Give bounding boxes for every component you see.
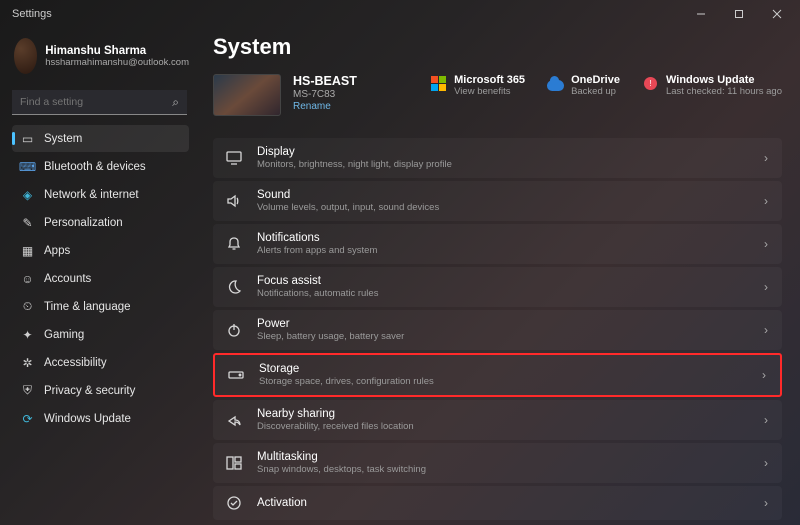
sound-icon [225, 192, 243, 210]
wifi-icon: ◈ [20, 187, 35, 202]
accessibility-icon: ✲ [20, 355, 35, 370]
sidebar-item-personalization[interactable]: ✎Personalization [12, 209, 189, 236]
settings-list: DisplayMonitors, brightness, night light… [213, 138, 782, 520]
maximize-button[interactable] [720, 0, 758, 28]
brush-icon: ✎ [20, 215, 35, 230]
user-name: Himanshu Sharma [45, 45, 189, 57]
row-activation[interactable]: Activation › [213, 486, 782, 520]
chevron-right-icon: › [764, 194, 768, 208]
row-focus[interactable]: Focus assistNotifications, automatic rul… [213, 267, 782, 307]
settings-window: Settings Himanshu Sharma hssharmahimansh… [0, 0, 800, 525]
device-name: HS-BEAST [293, 74, 357, 88]
search-box[interactable]: ⌕ [12, 90, 187, 115]
sidebar-item-update[interactable]: ⟳Windows Update [12, 405, 189, 432]
storage-icon [227, 366, 245, 384]
chevron-right-icon: › [762, 368, 766, 382]
bluetooth-icon: ⌨ [20, 159, 35, 174]
avatar [14, 38, 37, 74]
apps-icon: ▦ [20, 243, 35, 258]
onedrive-icon [547, 75, 564, 92]
page-title: System [213, 34, 782, 60]
chevron-right-icon: › [764, 151, 768, 165]
gaming-icon: ✦ [20, 327, 35, 342]
sidebar-item-apps[interactable]: ▦Apps [12, 237, 189, 264]
person-icon: ☺ [20, 271, 35, 286]
moon-icon [225, 278, 243, 296]
share-icon [225, 411, 243, 429]
power-icon [225, 321, 243, 339]
rename-link[interactable]: Rename [293, 101, 357, 112]
sidebar-item-time[interactable]: ⏲Time & language [12, 293, 189, 320]
app-title: Settings [12, 8, 52, 20]
user-profile[interactable]: Himanshu Sharma hssharmahimanshu@outlook… [12, 32, 189, 86]
card-winupdate[interactable]: ! Windows UpdateLast checked: 11 hours a… [642, 74, 782, 97]
display-icon [225, 149, 243, 167]
sidebar-item-accessibility[interactable]: ✲Accessibility [12, 349, 189, 376]
sidebar-item-system[interactable]: ▭System [12, 125, 189, 152]
minimize-button[interactable] [682, 0, 720, 28]
user-email: hssharmahimanshu@outlook.com [45, 57, 189, 68]
device-hero: HS-BEAST MS-7C83 Rename Microsoft 365Vie… [213, 74, 782, 116]
bell-icon [225, 235, 243, 253]
sidebar-item-accounts[interactable]: ☺Accounts [12, 265, 189, 292]
sidebar: Himanshu Sharma hssharmahimanshu@outlook… [0, 28, 195, 525]
m365-icon [430, 75, 447, 92]
chevron-right-icon: › [764, 413, 768, 427]
row-display[interactable]: DisplayMonitors, brightness, night light… [213, 138, 782, 178]
row-sound[interactable]: SoundVolume levels, output, input, sound… [213, 181, 782, 221]
update-alert-icon: ! [642, 75, 659, 92]
chevron-right-icon: › [764, 456, 768, 470]
nav: ▭System ⌨Bluetooth & devices ◈Network & … [12, 125, 189, 432]
shield-icon: ⛨ [20, 383, 35, 398]
update-icon: ⟳ [20, 411, 35, 426]
system-icon: ▭ [20, 131, 35, 146]
sidebar-item-bluetooth[interactable]: ⌨Bluetooth & devices [12, 153, 189, 180]
sidebar-item-gaming[interactable]: ✦Gaming [12, 321, 189, 348]
card-onedrive[interactable]: OneDriveBacked up [547, 74, 620, 97]
search-input[interactable] [12, 90, 187, 115]
close-button[interactable] [758, 0, 796, 28]
chevron-right-icon: › [764, 280, 768, 294]
titlebar: Settings [0, 0, 800, 28]
search-icon: ⌕ [172, 95, 179, 110]
sidebar-item-privacy[interactable]: ⛨Privacy & security [12, 377, 189, 404]
chevron-right-icon: › [764, 237, 768, 251]
multitask-icon [225, 454, 243, 472]
clock-icon: ⏲ [20, 299, 35, 314]
row-multitask[interactable]: MultitaskingSnap windows, desktops, task… [213, 443, 782, 483]
row-storage[interactable]: StorageStorage space, drives, configurat… [213, 353, 782, 397]
row-notifications[interactable]: NotificationsAlerts from apps and system… [213, 224, 782, 264]
row-nearby[interactable]: Nearby sharingDiscoverability, received … [213, 400, 782, 440]
card-m365[interactable]: Microsoft 365View benefits [430, 74, 525, 97]
row-power[interactable]: PowerSleep, battery usage, battery saver… [213, 310, 782, 350]
check-icon [225, 494, 243, 512]
wallpaper-thumb [213, 74, 281, 116]
device-model: MS-7C83 [293, 89, 357, 100]
main-content: System HS-BEAST MS-7C83 Rename Microsoft… [195, 28, 800, 525]
chevron-right-icon: › [764, 323, 768, 337]
chevron-right-icon: › [764, 496, 768, 510]
sidebar-item-network[interactable]: ◈Network & internet [12, 181, 189, 208]
